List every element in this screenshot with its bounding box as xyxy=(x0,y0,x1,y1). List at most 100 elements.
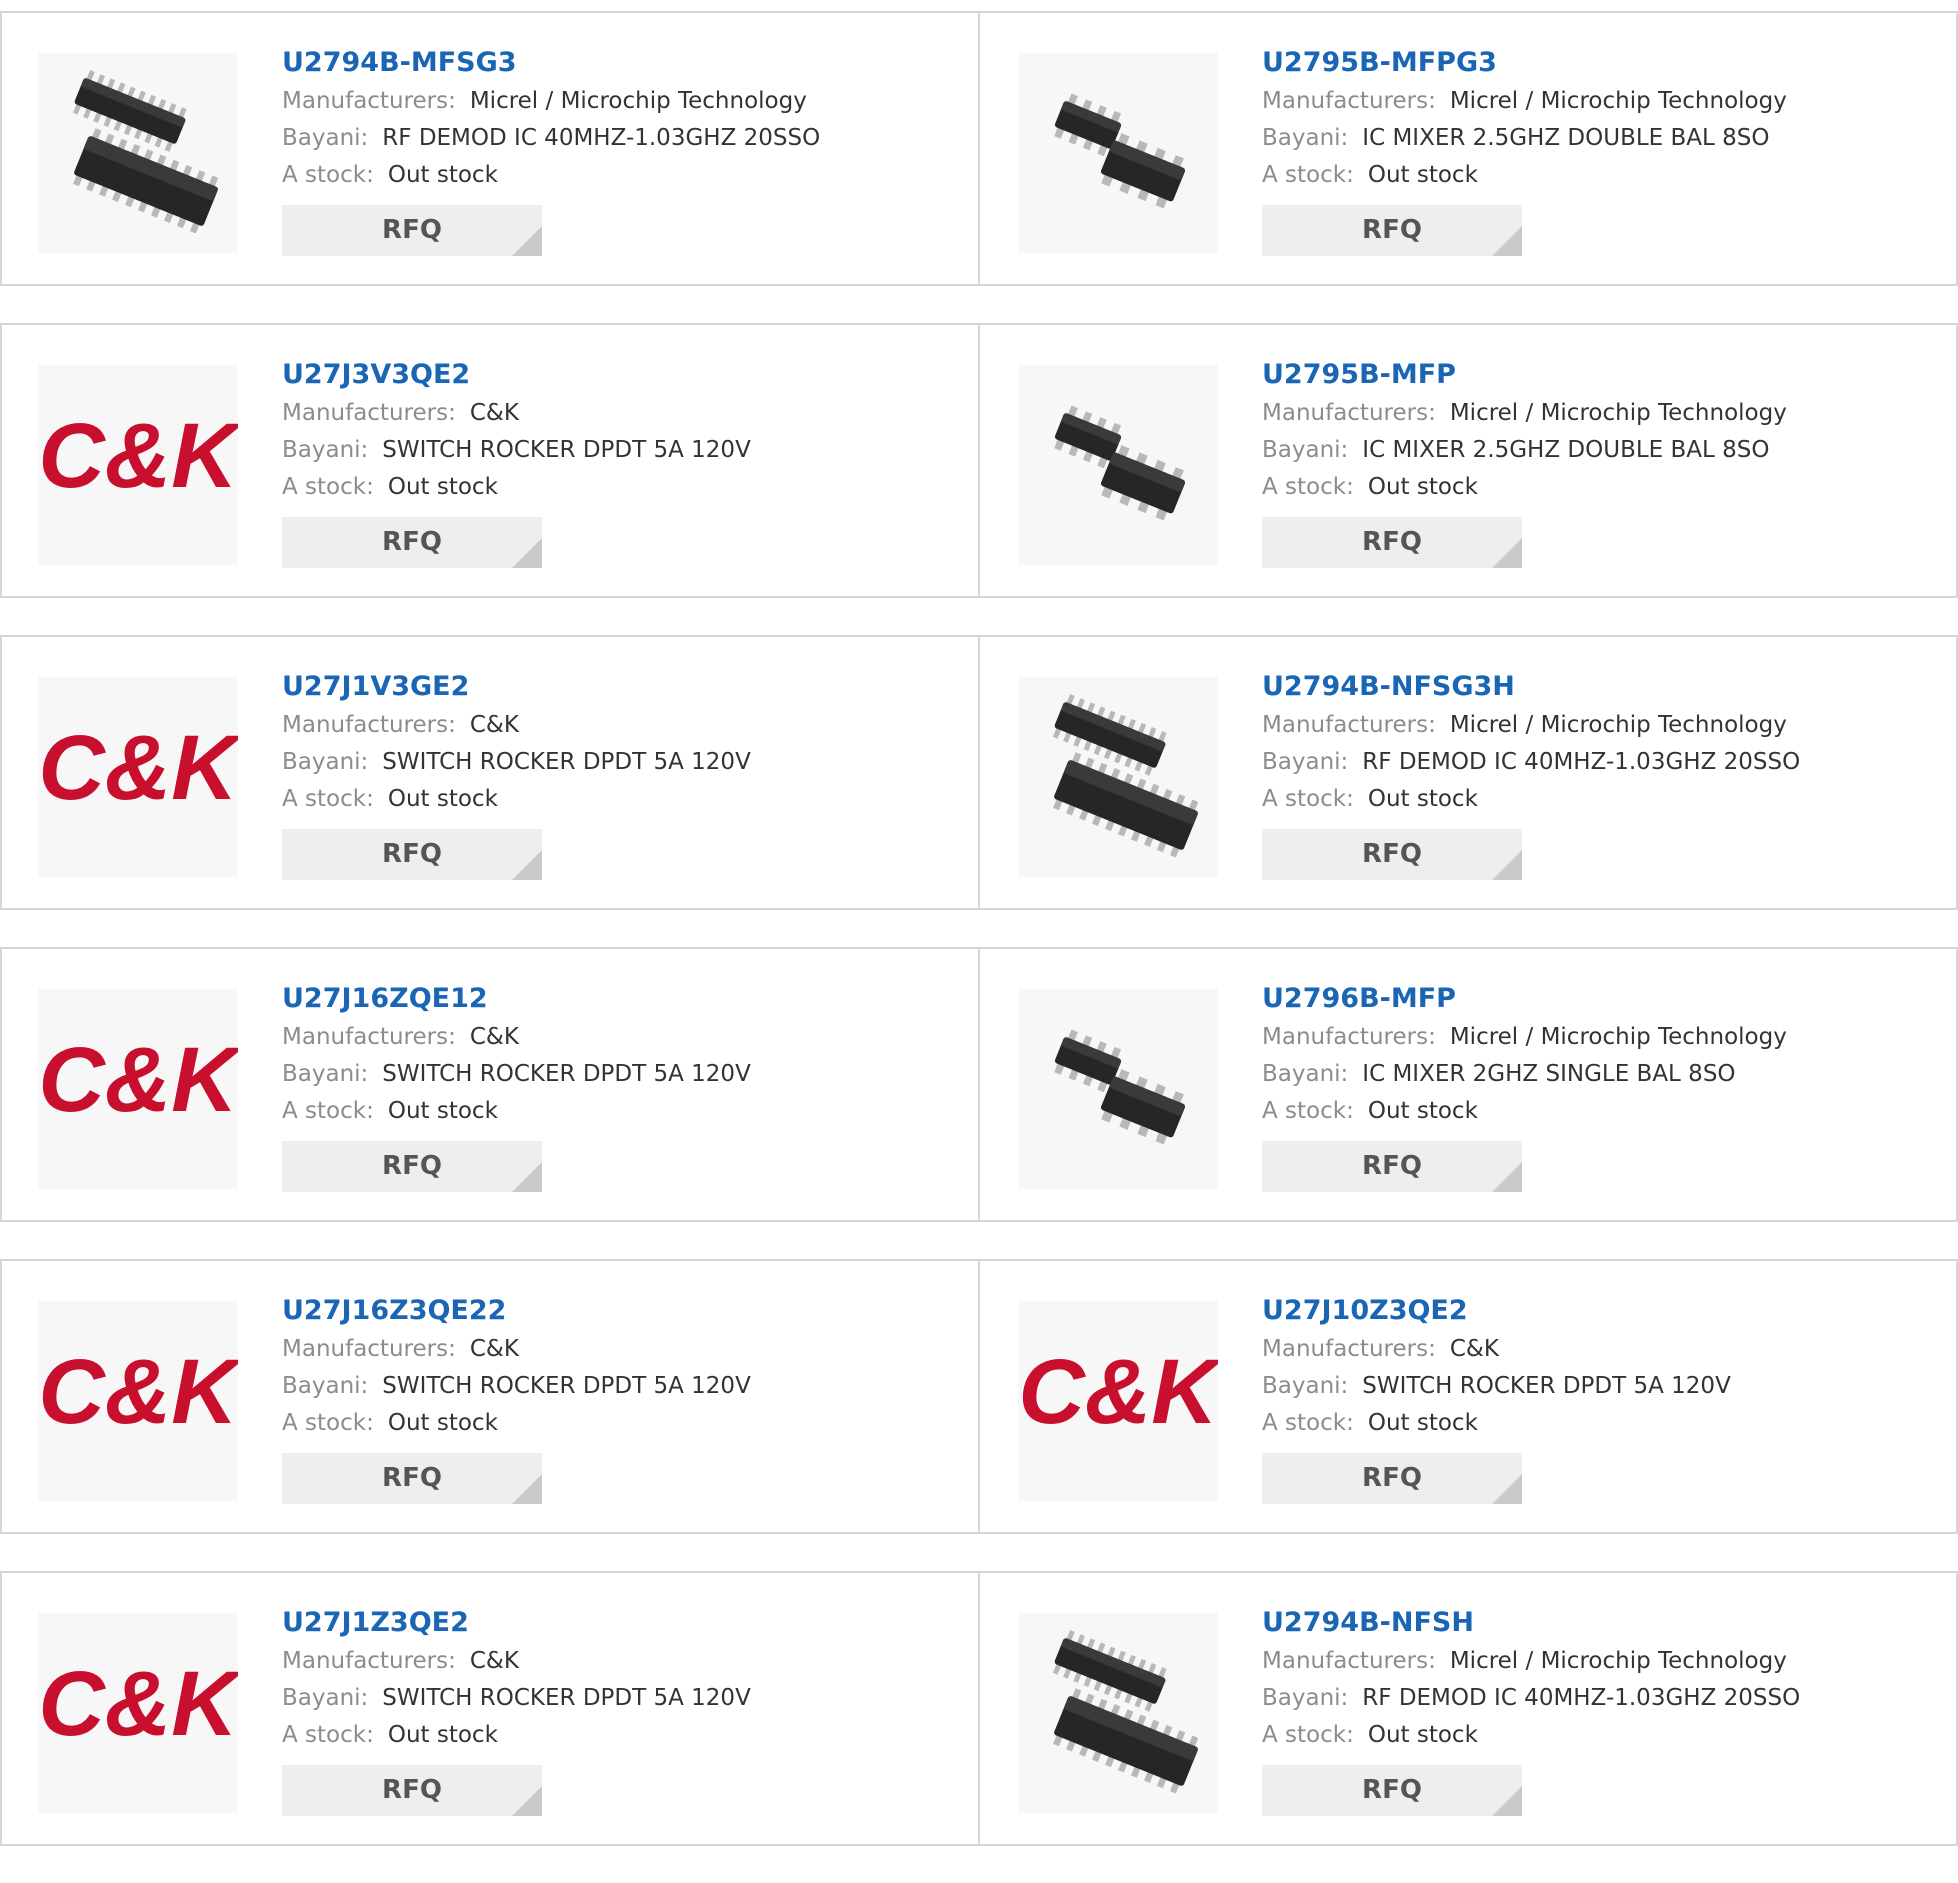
stock-value: Out stock xyxy=(387,786,498,812)
product-row: C&K U27J1Z3QE2 Manufacturers: C&K Bayani:… xyxy=(0,1571,1958,1846)
description-row: Bayani: RF DEMOD IC 40MHZ-1.03GHZ 20SSO xyxy=(282,120,820,157)
stock-row: A stock: Out stock xyxy=(282,1093,751,1130)
soic-20-chip-icon[interactable] xyxy=(1018,1613,1218,1813)
product-card: U2795B-MFPG3 Manufacturers: Micrel / Micr… xyxy=(980,13,1958,284)
stock-label: A stock: xyxy=(282,1410,374,1436)
rfq-button[interactable]: RFQ xyxy=(1262,1765,1522,1816)
product-card: U2796B-MFP Manufacturers: Micrel / Microc… xyxy=(980,949,1958,1220)
stock-value: Out stock xyxy=(1367,474,1478,500)
stock-row: A stock: Out stock xyxy=(1262,1093,1787,1130)
rfq-button[interactable]: RFQ xyxy=(1262,1141,1522,1192)
part-number-link[interactable]: U2795B-MFPG3 xyxy=(1262,43,1787,83)
manufacturer-label: Manufacturers: xyxy=(1262,712,1436,738)
ck-logo[interactable]: C&K xyxy=(38,677,238,877)
rfq-button[interactable]: RFQ xyxy=(282,1453,542,1504)
rfq-button-label: RFQ xyxy=(1362,527,1422,557)
rfq-button-label: RFQ xyxy=(382,1775,442,1805)
part-number-link[interactable]: U27J3V3QE2 xyxy=(282,355,751,395)
stock-value: Out stock xyxy=(387,1098,498,1124)
part-number-link[interactable]: U2796B-MFP xyxy=(1262,979,1787,1019)
product-card: U2795B-MFP Manufacturers: Micrel / Microc… xyxy=(980,325,1958,596)
manufacturer-label: Manufacturers: xyxy=(282,1648,456,1674)
part-number-link[interactable]: U27J1Z3QE2 xyxy=(282,1603,751,1643)
rfq-button[interactable]: RFQ xyxy=(282,1765,542,1816)
manufacturer-row: Manufacturers: Micrel / Microchip Technol… xyxy=(1262,707,1800,744)
part-number-link[interactable]: U27J16Z3QE22 xyxy=(282,1291,751,1331)
rfq-button[interactable]: RFQ xyxy=(282,517,542,568)
manufacturer-label: Manufacturers: xyxy=(1262,88,1436,114)
description-row: Bayani: SWITCH ROCKER DPDT 5A 120V xyxy=(282,432,751,469)
manufacturer-row: Manufacturers: C&K xyxy=(282,1643,751,1680)
corner-triangle-icon xyxy=(1492,1786,1522,1816)
manufacturer-value: C&K xyxy=(469,1648,519,1674)
description-label: Bayani: xyxy=(282,1373,369,1399)
product-card: C&K U27J3V3QE2 Manufacturers: C&K Bayani:… xyxy=(0,325,978,596)
part-number-link[interactable]: U2794B-MFSG3 xyxy=(282,43,820,83)
description-label: Bayani: xyxy=(1262,437,1349,463)
part-number-link[interactable]: U2794B-NFSG3H xyxy=(1262,667,1800,707)
description-value: SWITCH ROCKER DPDT 5A 120V xyxy=(382,437,751,463)
stock-value: Out stock xyxy=(387,1722,498,1748)
rfq-button[interactable]: RFQ xyxy=(1262,517,1522,568)
manufacturer-row: Manufacturers: C&K xyxy=(282,1331,751,1368)
stock-row: A stock: Out stock xyxy=(282,469,751,506)
ck-logo[interactable]: C&K xyxy=(38,365,238,565)
manufacturer-row: Manufacturers: Micrel / Microchip Technol… xyxy=(282,83,820,120)
description-label: Bayani: xyxy=(282,749,369,775)
manufacturer-row: Manufacturers: Micrel / Microchip Technol… xyxy=(1262,1019,1787,1056)
stock-row: A stock: Out stock xyxy=(282,1717,751,1754)
description-label: Bayani: xyxy=(1262,1685,1349,1711)
part-number-link[interactable]: U27J16ZQE12 xyxy=(282,979,751,1019)
product-info: U27J1Z3QE2 Manufacturers: C&K Bayani: SWIT… xyxy=(282,1603,751,1816)
rfq-button[interactable]: RFQ xyxy=(282,205,542,256)
rfq-button-label: RFQ xyxy=(1362,1463,1422,1493)
rfq-button-label: RFQ xyxy=(382,1463,442,1493)
rfq-button[interactable]: RFQ xyxy=(1262,1453,1522,1504)
product-info: U2794B-NFSG3H Manufacturers: Micrel / Mic… xyxy=(1262,667,1800,880)
soic-20-chip-icon[interactable] xyxy=(1018,677,1218,877)
soic-8-chip-icon[interactable] xyxy=(1018,365,1218,565)
description-row: Bayani: RF DEMOD IC 40MHZ-1.03GHZ 20SSO xyxy=(1262,744,1800,781)
stock-value: Out stock xyxy=(1367,1098,1478,1124)
ck-logo[interactable]: C&K xyxy=(1018,1301,1218,1501)
manufacturer-row: Manufacturers: Micrel / Microchip Technol… xyxy=(1262,395,1787,432)
description-value: SWITCH ROCKER DPDT 5A 120V xyxy=(382,749,751,775)
manufacturer-label: Manufacturers: xyxy=(282,1336,456,1362)
soic-8-chip-icon[interactable] xyxy=(1018,989,1218,1189)
product-row: C&K U27J16Z3QE22 Manufacturers: C&K Bayan… xyxy=(0,1259,1958,1534)
corner-triangle-icon xyxy=(1492,226,1522,256)
ck-logo[interactable]: C&K xyxy=(38,989,238,1189)
part-number-link[interactable]: U2795B-MFP xyxy=(1262,355,1787,395)
stock-value: Out stock xyxy=(387,162,498,188)
description-value: RF DEMOD IC 40MHZ-1.03GHZ 20SSO xyxy=(1362,1685,1801,1711)
description-value: RF DEMOD IC 40MHZ-1.03GHZ 20SSO xyxy=(382,125,821,151)
description-value: IC MIXER 2.5GHZ DOUBLE BAL 8SO xyxy=(1362,437,1770,463)
manufacturer-label: Manufacturers: xyxy=(1262,400,1436,426)
stock-label: A stock: xyxy=(1262,162,1354,188)
description-row: Bayani: SWITCH ROCKER DPDT 5A 120V xyxy=(282,1056,751,1093)
rfq-button[interactable]: RFQ xyxy=(282,1141,542,1192)
product-info: U2794B-NFSH Manufacturers: Micrel / Micro… xyxy=(1262,1603,1800,1816)
ck-logo[interactable]: C&K xyxy=(38,1613,238,1813)
stock-value: Out stock xyxy=(1367,162,1478,188)
part-number-link[interactable]: U27J10Z3QE2 xyxy=(1262,1291,1731,1331)
description-row: Bayani: IC MIXER 2.5GHZ DOUBLE BAL 8SO xyxy=(1262,432,1787,469)
manufacturer-value: C&K xyxy=(469,400,519,426)
stock-label: A stock: xyxy=(282,474,374,500)
part-number-link[interactable]: U2794B-NFSH xyxy=(1262,1603,1800,1643)
stock-label: A stock: xyxy=(1262,1098,1354,1124)
part-number-link[interactable]: U27J1V3GE2 xyxy=(282,667,751,707)
manufacturer-row: Manufacturers: C&K xyxy=(1262,1331,1731,1368)
description-label: Bayani: xyxy=(1262,1061,1349,1087)
stock-label: A stock: xyxy=(1262,1722,1354,1748)
description-row: Bayani: IC MIXER 2GHZ SINGLE BAL 8SO xyxy=(1262,1056,1787,1093)
soic-8-chip-icon[interactable] xyxy=(1018,53,1218,253)
rfq-button[interactable]: RFQ xyxy=(1262,205,1522,256)
svg-text:C&K: C&K xyxy=(38,1029,238,1131)
ck-logo[interactable]: C&K xyxy=(38,1301,238,1501)
rfq-button[interactable]: RFQ xyxy=(282,829,542,880)
rfq-button[interactable]: RFQ xyxy=(1262,829,1522,880)
corner-triangle-icon xyxy=(512,850,542,880)
description-value: SWITCH ROCKER DPDT 5A 120V xyxy=(382,1061,751,1087)
soic-20-chip-icon[interactable] xyxy=(38,53,238,253)
